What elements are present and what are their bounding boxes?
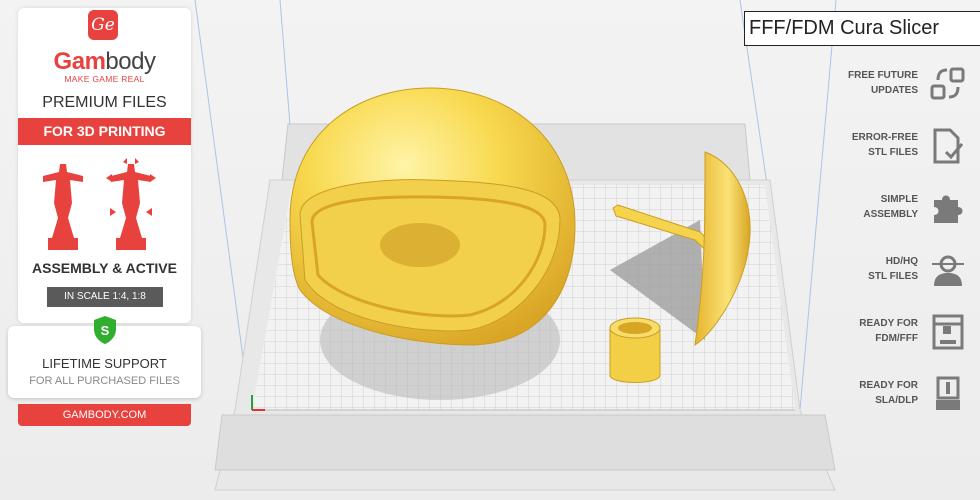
for-3d-printing-banner: FOR 3D PRINTING <box>18 118 191 145</box>
feature-label: ERROR-FREE STL FILES <box>851 132 918 158</box>
helmet-hollow <box>380 223 460 267</box>
file-check-icon <box>933 128 964 164</box>
lifetime-support-card: S LIFETIME SUPPORT FOR ALL PURCHASED FIL… <box>8 316 201 398</box>
feature-sla: READY FOR SLA/DLP <box>820 374 980 414</box>
feature-label: READY FOR FDM/FFF <box>859 318 918 344</box>
printer-front-edge <box>214 414 836 471</box>
assembly-active-label: ASSEMBLY & ACTIVE <box>32 260 177 276</box>
volume-edge-left <box>194 0 251 411</box>
feature-fdm: READY FOR FDM/FFF <box>820 312 980 352</box>
brand-name: Gambody <box>18 48 191 76</box>
figure-bust-icon <box>932 255 964 286</box>
promo-card: Ge Gambody MAKE GAME REAL PREMIUM FILES … <box>18 8 191 323</box>
all-purchased-files-label: FOR ALL PURCHASED FILES <box>29 375 180 387</box>
feature-free-updates: FREE FUTURE UPDATES <box>820 64 980 104</box>
sla-printer-icon <box>936 376 960 410</box>
feature-label: SIMPLE ASSEMBLY <box>863 194 918 220</box>
brand-part1: Gam <box>53 48 106 75</box>
feature-error-free: ERROR-FREE STL FILES <box>820 126 980 166</box>
feature-label: FREE FUTURE UPDATES <box>848 70 918 96</box>
promo-panel: Ge Gambody MAKE GAME REAL PREMIUM FILES … <box>8 8 201 426</box>
lifetime-support-label: LIFETIME SUPPORT <box>42 356 167 371</box>
update-arrows-icon <box>930 67 965 100</box>
assembly-figures-icon <box>43 158 156 250</box>
scale-badge: IN SCALE 1:4, 1:8 <box>47 287 163 307</box>
gambody-site-link[interactable]: GAMBODY.COM <box>18 404 191 426</box>
feature-hd-stl: HD/HQ STL FILES <box>820 250 980 290</box>
premium-files-label: PREMIUM FILES <box>42 94 167 111</box>
shield-icon: S <box>94 316 116 344</box>
volume-edge-back-left <box>279 0 291 126</box>
brand-tagline: MAKE GAME REAL <box>64 74 145 84</box>
feature-label: READY FOR SLA/DLP <box>859 380 918 406</box>
gambody-logo-icon: Ge <box>88 10 118 40</box>
fdm-printer-icon <box>932 314 964 350</box>
brand-part2: body <box>105 48 156 75</box>
feature-simple-assembly: SIMPLE ASSEMBLY <box>820 188 980 228</box>
puzzle-icon <box>934 195 963 223</box>
feature-label: HD/HQ STL FILES <box>868 256 918 282</box>
slicer-title: FFF/FDM Cura Slicer <box>744 11 980 46</box>
svg-text:S: S <box>101 323 110 338</box>
cylinder-hole <box>618 322 652 334</box>
